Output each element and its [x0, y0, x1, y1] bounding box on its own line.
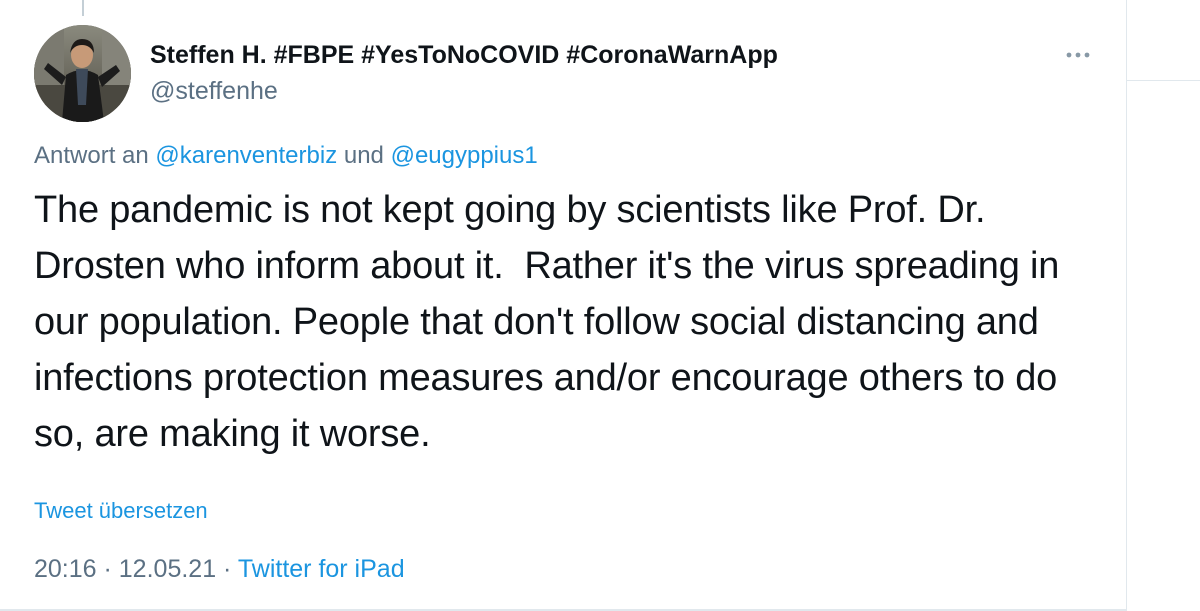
mention-link[interactable]: @eugyppius1	[391, 142, 538, 169]
translate-tweet-link[interactable]: Tweet übersetzen	[34, 498, 208, 524]
reply-prefix: Antwort an	[34, 142, 156, 169]
tweet-text-line: so, are making it worse.	[34, 413, 431, 455]
sidebar-divider	[1127, 80, 1200, 81]
column-divider	[1126, 0, 1127, 611]
tweet-time[interactable]: 20:16	[34, 555, 97, 583]
tweet-metadata: 20:16 · 12.05.21 · Twitter for iPad	[34, 555, 405, 584]
tweet-source-link[interactable]: Twitter for iPad	[238, 555, 405, 583]
thread-connector-line	[82, 0, 84, 16]
meta-separator: ·	[96, 555, 119, 583]
tweet-text-line: The pandemic is not kept going by scient…	[34, 189, 986, 231]
tweet-date[interactable]: 12.05.21	[119, 555, 216, 583]
author-handle[interactable]: @steffenhe	[150, 77, 278, 106]
author-display-name[interactable]: Steffen H. #FBPE #YesToNoCOVID #CoronaWa…	[150, 41, 778, 70]
tweet-text-line: Drosten who inform about it. Rather it's…	[34, 245, 1060, 287]
tweet-text-line: our population. People that don't follow…	[34, 301, 1039, 343]
meta-separator: ·	[216, 555, 238, 583]
reply-context: Antwort an @karenventerbiz und @eugyppiu…	[34, 142, 538, 170]
tweet-text: The pandemic is not kept going by scient…	[34, 182, 1094, 462]
tweet-page: Steffen H. #FBPE #YesToNoCOVID #CoronaWa…	[0, 0, 1200, 611]
tweet-text-line: infections protection measures and/or en…	[34, 357, 1058, 399]
avatar[interactable]	[34, 25, 131, 122]
more-horizontal-icon[interactable]	[1063, 47, 1093, 63]
reply-conjunction: und	[337, 142, 391, 169]
avatar-photo	[34, 25, 131, 122]
mention-link[interactable]: @karenventerbiz	[155, 142, 337, 169]
